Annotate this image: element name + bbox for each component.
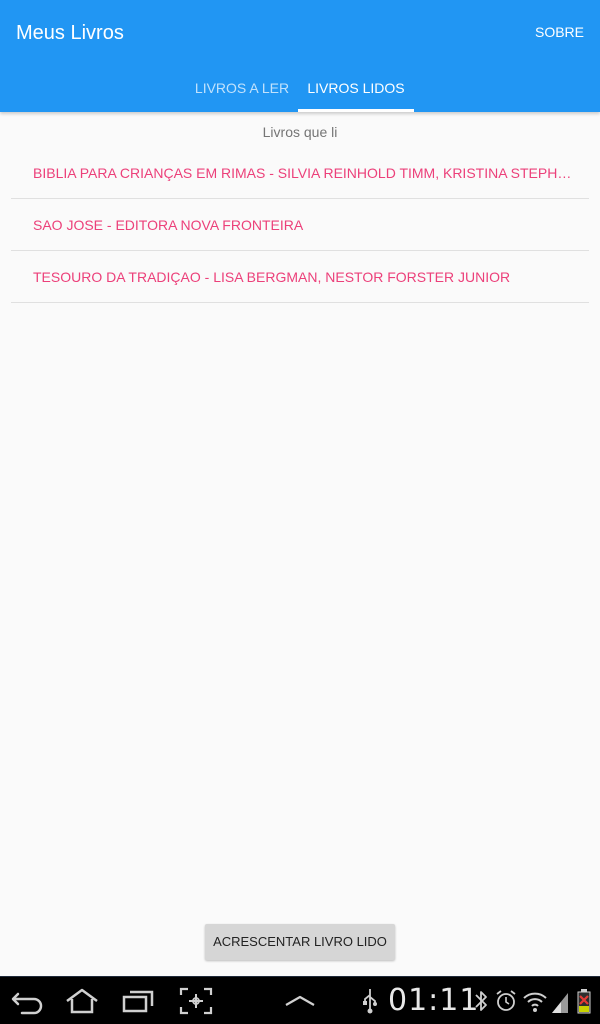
- menu-up-icon[interactable]: [282, 985, 318, 1017]
- tab-books-to-read[interactable]: LIVROS A LER: [186, 64, 298, 112]
- book-title: BIBLIA PARA CRIANÇAS EM RIMAS - SILVIA R…: [33, 165, 573, 181]
- about-button[interactable]: SOBRE: [535, 23, 584, 41]
- clock: 01:11: [388, 983, 480, 1018]
- tab-indicator: [298, 109, 414, 112]
- bluetooth-icon: [472, 987, 490, 1015]
- add-read-book-button[interactable]: ACRESCENTAR LIVRO LIDO: [205, 924, 395, 960]
- book-title: SAO JOSE - EDITORA NOVA FRONTEIRA: [33, 217, 304, 233]
- wifi-icon: [522, 987, 548, 1015]
- list-item[interactable]: BIBLIA PARA CRIANÇAS EM RIMAS - SILVIA R…: [11, 147, 589, 199]
- tab-books-read[interactable]: LIVROS LIDOS: [298, 64, 414, 112]
- battery-icon: [576, 987, 592, 1015]
- screen: Meus Livros SOBRE LIVROS A LER LIVROS LI…: [0, 0, 600, 1024]
- section-header: Livros que li: [262, 124, 338, 140]
- system-navigation-bar: 01:11: [0, 976, 600, 1024]
- list-item[interactable]: SAO JOSE - EDITORA NOVA FRONTEIRA: [11, 199, 589, 251]
- app-title: Meus Livros: [16, 22, 124, 44]
- book-title: TESOURO DA TRADIÇAO - LISA BERGMAN, NEST…: [33, 269, 511, 285]
- recent-apps-icon[interactable]: [120, 985, 156, 1017]
- screenshot-icon[interactable]: [178, 985, 214, 1017]
- app-bar: Meus Livros SOBRE LIVROS A LER LIVROS LI…: [0, 0, 600, 112]
- home-icon[interactable]: [64, 985, 100, 1017]
- alarm-icon: [494, 987, 518, 1015]
- list-item[interactable]: TESOURO DA TRADIÇAO - LISA BERGMAN, NEST…: [11, 251, 589, 303]
- back-icon[interactable]: [10, 985, 46, 1017]
- signal-icon: [550, 987, 570, 1015]
- usb-icon: [360, 987, 380, 1015]
- tab-bar: LIVROS A LER LIVROS LIDOS: [0, 64, 600, 112]
- book-list: BIBLIA PARA CRIANÇAS EM RIMAS - SILVIA R…: [11, 147, 589, 303]
